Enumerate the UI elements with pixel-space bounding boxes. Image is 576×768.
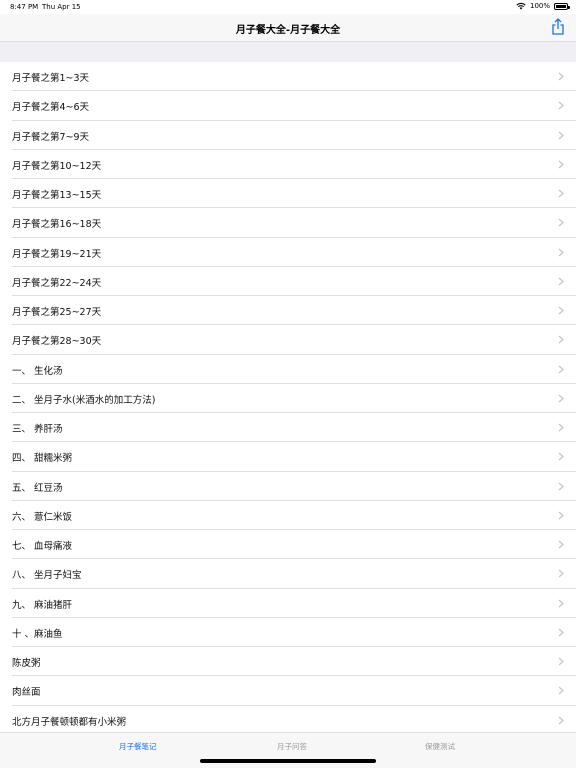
chevron-right-icon (558, 277, 564, 286)
list-item-label: 二、 坐月子水(米酒水的加工方法) (12, 394, 156, 406)
list-item-label: 月子餐之第10~12天 (12, 160, 102, 172)
list-item[interactable]: 月子餐之第7~9天 (0, 120, 576, 151)
chevron-right-icon (558, 72, 564, 81)
page-title: 月子餐大全-月子餐大全 (235, 25, 341, 36)
chevron-right-icon (558, 101, 564, 110)
list-item-label: 月子餐之第22~24天 (12, 277, 102, 289)
share-icon[interactable] (550, 18, 566, 36)
status-date: Thu Apr 15 (42, 3, 81, 11)
chevron-right-icon (558, 394, 564, 403)
status-time: 8:47 PM (10, 3, 39, 11)
list-item-label: 七、 血母痛液 (12, 541, 73, 552)
chevron-right-icon (558, 306, 564, 315)
chevron-right-icon (558, 599, 564, 607)
chevron-right-icon (558, 131, 564, 139)
list-item[interactable]: 肉丝面 (0, 676, 576, 706)
list-item[interactable]: 十 、麻油鱼 (0, 617, 576, 648)
chevron-right-icon (558, 335, 564, 344)
list-item[interactable]: 四、 甜糯米粥 (0, 442, 576, 472)
recipe-list: 月子餐之第1~3天 月子餐之第4~6天 月子餐之第7~9天 月子餐之第10~12天 月子… (0, 62, 576, 732)
chevron-right-icon (558, 628, 564, 637)
list-item[interactable]: 月子餐之第4~6天 (0, 91, 576, 121)
list-item-label: 月子餐之第19~21天 (12, 248, 102, 260)
list-item[interactable]: 陈皮粥 (0, 647, 576, 677)
list-item[interactable]: 九、 麻油猪肝 (0, 588, 576, 619)
list-item-label: 月子餐之第13~15天 (12, 190, 102, 201)
list-item-label: 月子餐之第4~6天 (12, 102, 90, 114)
navigation-bar: 月子餐大全-月子餐大全 (0, 14, 576, 42)
list-item[interactable]: 月子餐之第19~21天 (0, 237, 576, 268)
chevron-right-icon (558, 482, 564, 490)
list-item-label: 月子餐之第1~3天 (12, 73, 90, 84)
chevron-right-icon (558, 423, 564, 432)
list-item-label: 月子餐之第16~18天 (12, 219, 102, 231)
list-item-label: 月子餐之第25~27天 (12, 307, 102, 318)
chevron-right-icon (558, 686, 564, 695)
list-item[interactable]: 一、 生化汤 (0, 354, 576, 385)
battery-icon (554, 2, 570, 10)
tab-qa[interactable]: 月子问答 (277, 741, 307, 752)
chevron-right-icon (558, 365, 564, 373)
chevron-right-icon (558, 452, 564, 461)
list-item-label: 一、 生化汤 (12, 365, 63, 377)
list-item-label: 四、 甜糯米粥 (12, 453, 73, 465)
chevron-right-icon (558, 657, 564, 666)
list-item[interactable]: 八、 坐月子妇宝 (0, 559, 576, 589)
chevron-right-icon (558, 716, 564, 724)
list-item-label: 五、 红豆汤 (12, 482, 63, 494)
battery-percent: 100% (529, 2, 550, 10)
status-right: 100% (516, 2, 570, 10)
tab-health-test[interactable]: 保健测试 (425, 741, 455, 752)
list-item[interactable]: 三、 养肝汤 (0, 413, 576, 443)
list-item-label: 肉丝面 (12, 687, 41, 699)
list-item[interactable]: 月子餐之第25~27天 (0, 296, 576, 326)
list-item[interactable]: 月子餐之第16~18天 (0, 208, 576, 238)
list-item-label: 陈皮粥 (12, 658, 41, 669)
list-item-label: 十 、麻油鱼 (12, 628, 63, 640)
list-item-label: 六、 薏仁米饭 (12, 511, 73, 523)
chevron-right-icon (558, 189, 564, 198)
list-item[interactable]: 六、 薏仁米饭 (0, 500, 576, 531)
list-item[interactable]: 二、 坐月子水(米酒水的加工方法) (0, 383, 576, 414)
chevron-right-icon (558, 218, 564, 227)
list-item[interactable]: 月子餐之第28~30天 (0, 325, 576, 355)
list-item[interactable]: 北方月子餐顿顿都有小米粥 (0, 705, 576, 732)
section-header-gap (0, 42, 576, 62)
chevron-right-icon (558, 248, 564, 256)
list-item-label: 月子餐之第7~9天 (12, 131, 90, 143)
chevron-right-icon (558, 511, 564, 520)
list-item-label: 月子餐之第28~30天 (12, 336, 102, 348)
list-item[interactable]: 月子餐之第10~12天 (0, 149, 576, 180)
wifi-icon (516, 3, 526, 10)
list-item-label: 三、 养肝汤 (12, 424, 63, 435)
chevron-right-icon (558, 569, 564, 578)
tab-notes[interactable]: 月子餐笔记 (119, 741, 157, 752)
status-bar: 8:47 PM Thu Apr 15 100% (0, 0, 576, 14)
list-item-label: 八、 坐月子妇宝 (12, 570, 82, 582)
chevron-right-icon (558, 540, 564, 549)
list-item[interactable]: 七、 血母痛液 (0, 530, 576, 560)
list-item[interactable]: 月子餐之第13~15天 (0, 179, 576, 209)
home-indicator (200, 759, 376, 763)
list-item-label: 九、 麻油猪肝 (12, 599, 73, 611)
list-item-label: 北方月子餐顿顿都有小米粥 (12, 716, 127, 728)
list-item[interactable]: 月子餐之第22~24天 (0, 266, 576, 297)
chevron-right-icon (558, 160, 564, 169)
list-item[interactable]: 五、 红豆汤 (0, 471, 576, 502)
list-item[interactable]: 月子餐之第1~3天 (0, 62, 576, 92)
